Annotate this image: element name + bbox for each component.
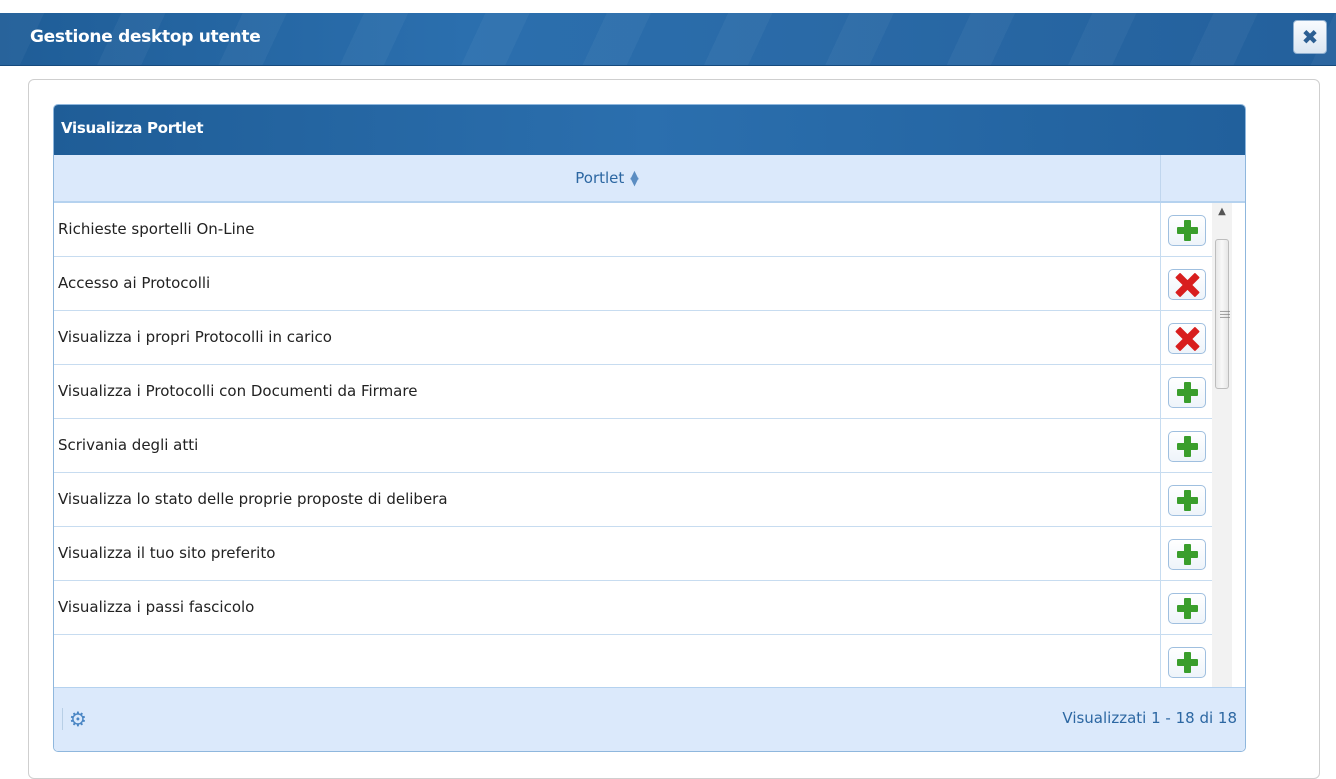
remove-portlet-button[interactable] <box>1168 269 1206 300</box>
sort-icon: ▲ ▼ <box>630 168 639 188</box>
window-titlebar: Gestione desktop utente ✖ <box>0 13 1336 65</box>
add-portlet-button[interactable] <box>1168 485 1206 516</box>
table-row[interactable]: Accesso ai Protocolli <box>54 257 1212 311</box>
row-label: Accesso ai Protocolli <box>58 274 211 292</box>
row-divider <box>1160 311 1161 364</box>
row-divider <box>1160 203 1161 256</box>
table-row[interactable]: Visualizza i propri Protocolli in carico <box>54 311 1212 365</box>
row-label: Visualizza lo stato delle proprie propos… <box>58 490 448 508</box>
close-icon: ✖ <box>1301 25 1319 49</box>
row-label: Visualizza i propri Protocolli in carico <box>58 328 332 346</box>
grid-column-header: Portlet ▲ ▼ <box>54 155 1245 203</box>
grip-icon: ― ― ― <box>1220 306 1230 323</box>
plus-icon <box>1176 220 1198 241</box>
vertical-scroll-thumb[interactable]: ― ― ― <box>1215 239 1230 389</box>
remove-icon <box>1175 327 1199 351</box>
plus-icon <box>1176 598 1198 619</box>
row-divider <box>1160 473 1161 526</box>
column-header-portlet-label: Portlet <box>575 169 625 187</box>
table-row[interactable]: Richieste sportelli On-Line <box>54 203 1212 257</box>
table-row[interactable]: Scrivania degli atti <box>54 419 1212 473</box>
row-divider <box>1160 365 1161 418</box>
column-header-actions <box>1160 155 1245 201</box>
plus-icon <box>1176 382 1198 403</box>
row-label: Visualizza i Protocolli con Documenti da… <box>58 382 418 400</box>
row-label <box>58 635 1158 688</box>
table-row[interactable]: Visualizza i Protocolli con Documenti da… <box>54 365 1212 419</box>
add-portlet-button[interactable] <box>1168 539 1206 570</box>
remove-icon <box>1175 273 1199 297</box>
row-divider <box>1160 527 1161 580</box>
table-row[interactable]: Visualizza i passi fascicolo <box>54 581 1212 635</box>
row-divider <box>1160 257 1161 310</box>
gear-icon[interactable]: ⚙ <box>62 708 91 730</box>
row-label: Richieste sportelli On-Line <box>58 220 255 238</box>
grid-caption-title: Visualizza Portlet <box>61 119 204 137</box>
table-row[interactable]: Visualizza lo stato delle proprie propos… <box>54 473 1212 527</box>
row-divider <box>1160 635 1161 688</box>
pager-status: Visualizzati 1 - 18 di 18 <box>1062 709 1237 727</box>
add-portlet-button[interactable] <box>1168 647 1206 678</box>
row-divider <box>1160 419 1161 472</box>
plus-icon <box>1176 652 1198 673</box>
row-label: Scrivania degli atti <box>58 436 199 454</box>
remove-portlet-button[interactable] <box>1168 323 1206 354</box>
plus-icon <box>1176 436 1198 457</box>
add-portlet-button[interactable] <box>1168 215 1206 246</box>
row-label: Visualizza il tuo sito preferito <box>58 544 276 562</box>
portlet-grid: Visualizza Portlet Portlet ▲ ▼ Richieste … <box>53 104 1246 752</box>
window-title: Gestione desktop utente <box>30 27 261 47</box>
column-header-portlet[interactable]: Portlet ▲ ▼ <box>54 155 1161 201</box>
add-portlet-button[interactable] <box>1168 593 1206 624</box>
vertical-scrollbar[interactable]: ▲ ――― ▼ <box>1212 203 1232 735</box>
row-divider <box>1160 581 1161 634</box>
grid-caption: Visualizza Portlet <box>54 105 1245 155</box>
table-row[interactable]: Visualizza il tuo sito preferito <box>54 527 1212 581</box>
scroll-up-icon[interactable]: ▲ <box>1212 203 1232 221</box>
add-portlet-button[interactable] <box>1168 377 1206 408</box>
row-label: Visualizza i passi fascicolo <box>58 598 255 616</box>
table-row[interactable] <box>54 635 1212 689</box>
grid-rows: Richieste sportelli On-Line Accesso ai P… <box>54 203 1212 735</box>
grid-footer: ⚙ Visualizzati 1 - 18 di 18 <box>54 687 1245 751</box>
plus-icon <box>1176 544 1198 565</box>
close-button[interactable]: ✖ <box>1293 20 1327 54</box>
plus-icon <box>1176 490 1198 511</box>
add-portlet-button[interactable] <box>1168 431 1206 462</box>
